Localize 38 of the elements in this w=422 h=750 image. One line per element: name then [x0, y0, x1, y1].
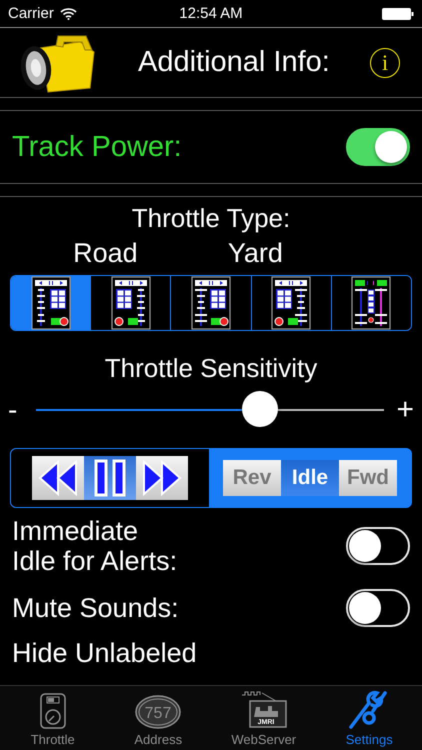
- throttle-layout-icon: [191, 276, 231, 330]
- track-power-label: Track Power:: [12, 130, 183, 164]
- direction-button[interactable]: Rev: [223, 460, 281, 496]
- section-title: Throttle Sensitivity: [104, 353, 318, 384]
- direction-button[interactable]: Idle: [281, 460, 339, 496]
- throttle-type-option[interactable]: [330, 276, 411, 330]
- direction-button[interactable]: Fwd: [339, 460, 397, 496]
- throttle-layout-icon: [351, 276, 392, 330]
- pause-button[interactable]: [84, 456, 136, 500]
- setting-label: Immediate Idle for Alerts:: [12, 516, 178, 576]
- section-title: Throttle Type:: [130, 203, 292, 234]
- clock-time: 12:54 AM: [179, 5, 243, 22]
- address-plate-icon: 757: [135, 695, 182, 729]
- minimum-label: -: [8, 394, 18, 426]
- rewind-icon: [36, 458, 80, 498]
- setting-label: Hide Unlabeled: [12, 638, 197, 668]
- page-title: Additional Info:: [138, 46, 331, 79]
- wifi-icon: [60, 8, 77, 20]
- tab-bar-item[interactable]: Settings: [316, 686, 422, 750]
- slider-thumb[interactable]: [242, 391, 278, 427]
- tab-bar-item[interactable]: 757 Address: [106, 686, 211, 750]
- throttle-layout-icon: [110, 276, 151, 330]
- throttle-type-option[interactable]: [11, 276, 90, 330]
- tab-bar-item[interactable]: Throttle: [0, 686, 106, 750]
- throttle-layout-icon: [30, 276, 71, 330]
- rewind-button[interactable]: [32, 456, 84, 500]
- toggle-switch[interactable]: [346, 128, 410, 166]
- battery-icon: [382, 8, 414, 20]
- group-label: Road: [73, 238, 138, 269]
- throttle-layout-icon: [271, 276, 312, 330]
- carrier-name: Carrier: [8, 5, 54, 22]
- fast-forward-icon: [140, 458, 184, 498]
- setting-label: Mute Sounds:: [12, 593, 180, 624]
- forward-button[interactable]: [136, 456, 188, 500]
- maximum-label: +: [395, 393, 414, 427]
- info-button[interactable]: i: [370, 48, 400, 78]
- throttle-icon: [40, 693, 66, 729]
- group-label: Yard: [228, 238, 283, 269]
